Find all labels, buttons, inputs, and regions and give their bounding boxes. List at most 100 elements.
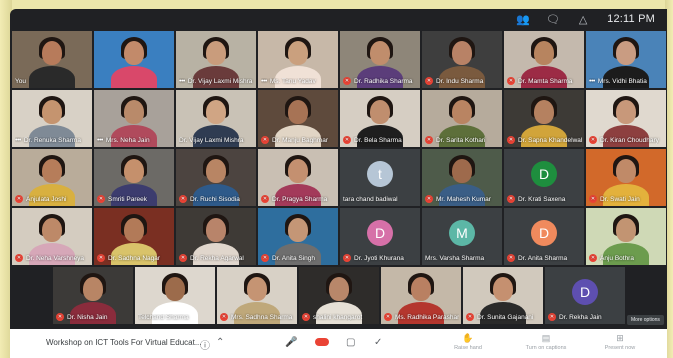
participant-name: Dr. Manju Baghmar: [272, 136, 328, 144]
mic-off-icon: ✕: [589, 254, 597, 262]
participant-row: You ••• Dr. Vijay Laxmi Mishra ••• Ms. Tanu …: [12, 31, 666, 88]
person-face: [288, 100, 308, 124]
more-dots-icon[interactable]: •••: [589, 78, 595, 85]
more-dots-icon[interactable]: •••: [179, 78, 185, 85]
participant-grid: You ••• Dr. Vijay Laxmi Mishra ••• Ms. Tanu …: [12, 31, 666, 324]
participant-tile[interactable]: ••• Dr. Renuka Sharma: [12, 90, 92, 147]
camera-icon[interactable]: ▢: [346, 337, 355, 348]
chat-icon[interactable]: 🗨: [546, 13, 560, 26]
participant-name: Dr. Indu Sharma: [436, 77, 484, 85]
chevron-up-icon[interactable]: ⌃: [216, 337, 224, 348]
info-icon[interactable]: ⓘ: [200, 337, 210, 352]
mic-off-icon: ✕: [466, 313, 474, 321]
captions-button[interactable]: ▤ Turn on captions: [516, 333, 576, 351]
participant-tile[interactable]: ✕ Smriti Pareek: [94, 149, 174, 206]
participant-row: ✕ Anjulata Joshi ✕ Smriti Pareek ✕ Dr. Ruchi …: [12, 149, 666, 206]
participant-tile[interactable]: ✕ Mrs. Sadhna Sharma: [217, 267, 297, 324]
participant-tile[interactable]: ✕ Dr. Nisha Jain: [53, 267, 133, 324]
participant-avatar: D: [531, 220, 557, 246]
participant-tile[interactable]: D ✕ Dr. Anita Sharma: [504, 208, 584, 265]
participant-label: ✕ Mr. Mahesh Kumar: [425, 195, 500, 203]
participant-name: Ms. Tanu Yadav: [269, 78, 316, 85]
participant-tile[interactable]: ✕ Dr. Mamta Sharma: [504, 31, 584, 88]
participant-label: ✕ Ms. Radhika Parashar: [384, 313, 459, 321]
participant-tile[interactable]: ✕ Dr. Sadhna Nagar: [94, 208, 174, 265]
person-face: [452, 100, 472, 124]
participant-tile[interactable]: t tara chand badiwal: [340, 149, 420, 206]
participant-name: Dr. Renuka Sharma: [23, 137, 81, 144]
participant-tile[interactable]: ✕ Dr. Kiran Choudhary: [586, 90, 666, 147]
participant-tile[interactable]: You: [12, 31, 92, 88]
participant-tile[interactable]: D ✕ Dr. Rekha Jain: [545, 267, 625, 324]
participant-tile[interactable]: ✕ Dr. Pragya Sharma: [258, 149, 338, 206]
person-face: [42, 100, 62, 124]
participant-tile[interactable]: ••• Mrs. Neha Jain: [94, 90, 174, 147]
participant-tile[interactable]: ✕ Dr. Ruchi Sisodia: [176, 149, 256, 206]
participant-name: Dr. Swati Jain: [600, 195, 640, 203]
participant-tile[interactable]: ✕ Anju Bothra: [586, 208, 666, 265]
participant-tile[interactable]: M Mrs. Varsha Sharma: [422, 208, 502, 265]
participant-tile[interactable]: ✕ Dr. Bela Sharma: [340, 90, 420, 147]
person-face: [288, 159, 308, 183]
participant-tile[interactable]: [94, 31, 174, 88]
participant-tile[interactable]: ✕ Dr. Sunita Gajanani: [463, 267, 543, 324]
participant-tile[interactable]: ✕ Mr. Mahesh Kumar: [422, 149, 502, 206]
participant-tile[interactable]: ✕ Dr. Anita Singh: [258, 208, 338, 265]
mic-off-icon: ✕: [507, 195, 515, 203]
participant-tile[interactable]: ✕ Dr. Radhika Sharma: [340, 31, 420, 88]
participant-name: Dr. Ruchi Sisodia: [190, 195, 240, 203]
participant-tile[interactable]: ✕ Dr. Indu Sharma: [422, 31, 502, 88]
participant-tile[interactable]: ✕ Dr. Sapna Khandelwal: [504, 90, 584, 147]
participant-name: Dr. Kiran Choudhary: [600, 136, 659, 144]
mic-off-icon: ✕: [425, 136, 433, 144]
participant-tile[interactable]: D ✕ Dr. Jyoti Khurana: [340, 208, 420, 265]
more-options-button[interactable]: More options: [627, 315, 664, 325]
participant-label: ••• Mrs. Vidhi Bhatia: [589, 78, 664, 85]
top-bar: 👥 🗨 △ 12:11 PM: [10, 9, 667, 29]
participant-name: Mr. Mahesh Kumar: [436, 195, 491, 203]
participant-tile[interactable]: D ✕ Dr. Krati Saxena: [504, 149, 584, 206]
participant-tile[interactable]: ✕ shalini khangarot: [299, 267, 379, 324]
bottom-bar: Workshop on ICT Tools For Virtual Educat…: [10, 329, 667, 358]
participant-label: ✕ Dr. Krati Saxena: [507, 195, 582, 203]
microphone-icon[interactable]: 🎤: [285, 337, 297, 348]
people-icon[interactable]: 👥: [516, 13, 530, 26]
participant-tile[interactable]: ••• Dr. Vijay Laxmi Mishra: [176, 31, 256, 88]
mic-off-icon: ✕: [343, 254, 351, 262]
chevron-icon[interactable]: ✓: [374, 337, 382, 348]
participant-label: ✕ Dr. Anita Sharma: [507, 254, 582, 262]
person-face: [165, 277, 185, 301]
hang-up-button[interactable]: [315, 338, 329, 346]
participant-name: Smriti Pareek: [108, 195, 148, 203]
activities-icon[interactable]: △: [577, 13, 589, 26]
participant-label: Mrs. Varsha Sharma: [425, 255, 500, 262]
participant-label: You: [15, 78, 90, 85]
participant-tile[interactable]: ✕ Dr. Swati Jain: [586, 149, 666, 206]
present-now-button[interactable]: ⊞ Present now: [590, 333, 650, 351]
participant-tile[interactable]: ✕ Dr. Neha Varshneya: [12, 208, 92, 265]
person-face: [288, 41, 308, 65]
meeting-title[interactable]: Workshop on ICT Tools For Virtual Educat…: [46, 338, 201, 347]
participant-label: ✕ Dr. Swati Jain: [589, 195, 664, 203]
participant-tile[interactable]: ✕ Anjulata Joshi: [12, 149, 92, 206]
participant-tile[interactable]: Dr. Vijay Laxmi Mishra: [176, 90, 256, 147]
participant-label: ✕ Dr. Neha Varshneya: [15, 254, 90, 262]
participant-tile[interactable]: ••• Ms. Tanu Yadav: [258, 31, 338, 88]
participant-name: Dr. Sunita Gajanani: [477, 313, 534, 321]
participant-tile[interactable]: ••• Mrs. Vidhi Bhatia: [586, 31, 666, 88]
person-face: [616, 41, 636, 65]
person-face: [452, 159, 472, 183]
background-top: [0, 0, 673, 9]
more-dots-icon[interactable]: •••: [261, 78, 267, 85]
participant-label: ✕ Dr. Sapna Khandelwal: [507, 136, 582, 144]
participant-tile[interactable]: ✕ Dr. Sarita Kothari: [422, 90, 502, 147]
raise-hand-button[interactable]: ✋ Raise hand: [438, 333, 498, 351]
more-dots-icon[interactable]: •••: [15, 137, 21, 144]
participant-tile[interactable]: ✕ Ms. Radhika Parashar: [381, 267, 461, 324]
mic-off-icon: ✕: [425, 77, 433, 85]
more-dots-icon[interactable]: •••: [97, 137, 103, 144]
participant-tile[interactable]: ✕ Dr. Manju Baghmar: [258, 90, 338, 147]
captions-icon: ▤: [541, 333, 551, 343]
participant-tile[interactable]: Telchand Sharma: [135, 267, 215, 324]
participant-tile[interactable]: ✕ Dr. Rekha Agarwal: [176, 208, 256, 265]
